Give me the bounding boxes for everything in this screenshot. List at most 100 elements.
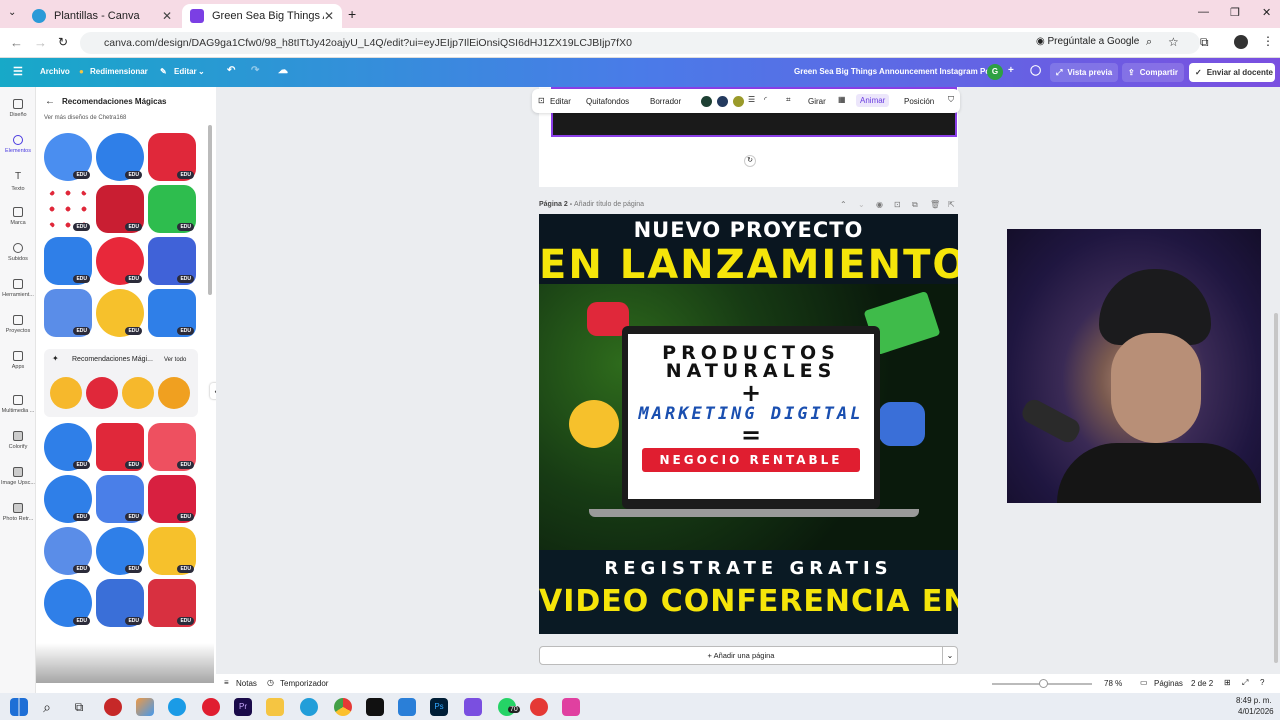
- rail-multimedia[interactable]: Multimedia ...: [0, 395, 36, 414]
- paper-plane-sticker[interactable]: EDU: [96, 527, 144, 575]
- help-icon[interactable]: ?: [1260, 678, 1264, 687]
- quitafondos-button[interactable]: Quitafondos: [586, 97, 629, 106]
- crop-icon[interactable]: ⌗: [786, 95, 791, 105]
- animar-button[interactable]: Animar: [856, 94, 890, 107]
- redimensionar-button[interactable]: Redimensionar: [90, 67, 148, 76]
- likes-cluster-sticker[interactable]: EDU: [44, 527, 92, 575]
- rail-apps[interactable]: Apps: [0, 351, 36, 370]
- rail-subidos[interactable]: Subidos: [0, 243, 36, 262]
- search-icon[interactable]: ⌕: [38, 698, 56, 716]
- minimize-icon[interactable]: —: [1198, 6, 1209, 18]
- hamburger-menu-icon[interactable]: ☰: [13, 65, 23, 78]
- heart-frame-sticker[interactable]: EDU: [148, 237, 196, 285]
- back-arrow-icon[interactable]: ←: [45, 96, 55, 107]
- page-up-icon[interactable]: ⌃: [840, 200, 847, 209]
- nuevo-proyecto-text[interactable]: NUEVO PROYECTO: [539, 218, 958, 242]
- color-swatch-2[interactable]: [717, 96, 728, 107]
- restore-icon[interactable]: ❐: [1230, 6, 1240, 19]
- forward-icon[interactable]: →: [34, 35, 47, 50]
- zoom-search-icon[interactable]: ⌕: [1146, 36, 1152, 49]
- window-close-icon[interactable]: ✕: [1262, 6, 1271, 19]
- right-scrollbar[interactable]: [1274, 313, 1278, 663]
- rail-texto[interactable]: T Texto: [0, 171, 36, 192]
- app-icon-1[interactable]: [104, 698, 122, 716]
- color-swatch-1[interactable]: [701, 96, 712, 107]
- verified-badge-sticker[interactable]: EDU: [44, 133, 92, 181]
- group-chat-sticker[interactable]: EDU: [148, 475, 196, 523]
- user-avatar[interactable]: G: [987, 64, 1003, 80]
- transparency-icon[interactable]: ▦: [838, 95, 846, 104]
- emoji-cool-sticker[interactable]: [158, 377, 190, 409]
- negocio-rentable-banner[interactable]: NEGOCIO RENTABLE: [642, 448, 860, 472]
- heart-bubble-sticker[interactable]: EDU: [148, 133, 196, 181]
- registrate-gratis-text[interactable]: REGISTRATE GRATIS: [539, 558, 958, 579]
- rail-diseno[interactable]: Diseño: [0, 99, 36, 118]
- app-icon-6[interactable]: [562, 698, 580, 716]
- photoshop-icon[interactable]: Ps: [430, 698, 448, 716]
- tab-design-active[interactable]: Green Sea Big Things Announce ✕: [182, 4, 342, 28]
- task-view-icon[interactable]: ⧉: [70, 698, 88, 716]
- reload-icon[interactable]: ↻: [58, 35, 68, 49]
- url-field[interactable]: canva.com/design/DAG9ga1Cfw0/98_h8tITtJy…: [80, 32, 1200, 54]
- corner-rounding-icon[interactable]: ◜: [764, 95, 767, 104]
- document-title[interactable]: Green Sea Big Things Announcement Instag…: [794, 67, 997, 76]
- video-conferencia-text[interactable]: VIDEO CONFERENCIA EN VIVO: [539, 584, 958, 619]
- line-weight-icon[interactable]: ☰: [748, 95, 755, 104]
- vista-previa-button[interactable]: ⤢ Vista previa: [1050, 63, 1119, 82]
- bookmark-star-icon[interactable]: ☆: [1168, 35, 1179, 49]
- zoom-level[interactable]: 78 %: [1104, 679, 1122, 688]
- clock-date[interactable]: 4/01/2026: [1238, 707, 1274, 716]
- comment-icon[interactable]: ◯: [1030, 65, 1041, 76]
- app-icon-2[interactable]: [136, 698, 154, 716]
- compartir-button[interactable]: ⇪ Compartir: [1122, 63, 1184, 82]
- add-page-button[interactable]: + Añadir una página: [539, 646, 943, 665]
- undo-icon[interactable]: ↶: [227, 65, 235, 76]
- hearts-scatter-sticker[interactable]: EDU: [44, 185, 92, 233]
- edge-icon[interactable]: [168, 698, 186, 716]
- browser-menu-icon[interactable]: ⋮: [1262, 34, 1274, 48]
- enviar-docente-button[interactable]: ✓ Enviar al docente: [1189, 63, 1275, 82]
- user-card-sticker[interactable]: EDU: [148, 579, 196, 627]
- color-swatch-3[interactable]: [733, 96, 744, 107]
- like-bubble-sticker[interactable]: EDU: [44, 289, 92, 337]
- bell-sticker[interactable]: EDU: [148, 527, 196, 575]
- app-icon-4[interactable]: [464, 698, 482, 716]
- capcut-icon[interactable]: [366, 698, 384, 716]
- windows-start-icon[interactable]: [10, 698, 28, 716]
- star-struck-emoji-sticker[interactable]: EDU: [96, 289, 144, 337]
- user-bubble-sticker[interactable]: EDU: [44, 237, 92, 285]
- thumbs-up-bubble-sticker[interactable]: EDU: [96, 475, 144, 523]
- panel-scrollbar[interactable]: [208, 125, 212, 295]
- fullscreen-icon[interactable]: ⤢: [1242, 678, 1248, 688]
- tab-plantillas[interactable]: Plantillas - Canva ✕: [24, 4, 180, 28]
- cloud-save-icon[interactable]: ☁: [278, 65, 288, 76]
- delete-page-icon[interactable]: 🗑: [930, 200, 940, 209]
- thumbs-up-badge-sticker[interactable]: EDU: [96, 579, 144, 627]
- heart-card-sticker[interactable]: EDU: [96, 423, 144, 471]
- temporizador-button[interactable]: Temporizador: [280, 679, 328, 688]
- close-tab-icon[interactable]: ✕: [324, 9, 334, 23]
- heart-circle-sticker[interactable]: EDU: [96, 237, 144, 285]
- ask-google-button[interactable]: ◉ Pregúntale a Google: [1036, 36, 1140, 47]
- heart-mini-sticker[interactable]: [86, 377, 118, 409]
- telegram-icon[interactable]: [300, 698, 318, 716]
- premiere-icon[interactable]: Pr: [234, 698, 252, 716]
- duplicate-page-icon[interactable]: ⧉: [912, 200, 918, 210]
- lock-page-icon[interactable]: ⊡: [894, 200, 901, 209]
- editar-button[interactable]: Editar: [550, 97, 571, 106]
- share-page-icon[interactable]: ⇱: [948, 200, 955, 209]
- ver-todo-link[interactable]: Ver todo: [164, 357, 186, 363]
- redo-icon[interactable]: ↷: [251, 65, 259, 76]
- add-page-title[interactable]: Añadir título de página: [574, 201, 644, 208]
- double-heart-sticker[interactable]: EDU: [148, 423, 196, 471]
- rail-marca[interactable]: Marca: [0, 207, 36, 226]
- design-page-2[interactable]: NUEVO PROYECTO EN LANZAMIENTO PRODUCTOS …: [539, 214, 958, 634]
- rail-image-upscaler[interactable]: Image Upsc...: [0, 467, 36, 486]
- paint-format-icon[interactable]: ⛉: [948, 95, 954, 105]
- file-explorer-icon[interactable]: [266, 698, 284, 716]
- panel-subtitle[interactable]: Ver más diseños de Chetra168: [44, 115, 126, 121]
- verified-star-sticker[interactable]: EDU: [44, 475, 92, 523]
- green-check-sticker[interactable]: EDU: [148, 185, 196, 233]
- en-lanzamiento-text[interactable]: EN LANZAMIENTO: [539, 242, 958, 288]
- girar-button[interactable]: Girar: [808, 97, 826, 106]
